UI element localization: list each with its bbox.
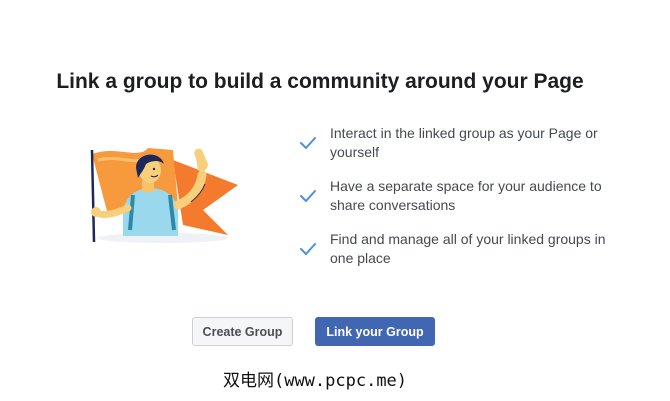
link-your-group-button[interactable]: Link your Group [315,317,435,346]
feature-text: Find and manage all of your linked group… [330,231,606,266]
feature-text: Interact in the linked group as your Pag… [330,125,598,160]
flag-back-shape [173,160,238,235]
checkmark-icon [300,137,316,149]
feature-item: Interact in the linked group as your Pag… [297,124,627,177]
feature-text: Have a separate space for your audience … [330,178,602,213]
feature-item: Find and manage all of your linked group… [297,230,627,283]
create-group-button[interactable]: Create Group [192,317,293,346]
checkmark-icon [300,190,316,202]
checkmark-icon [300,243,316,255]
dialog-title: Link a group to build a community around… [56,70,584,93]
community-flag-illustration [78,140,248,250]
watermark-text: 双电网(www.pcpc.me) [222,371,408,391]
feature-list: Interact in the linked group as your Pag… [297,124,627,283]
feature-item: Have a separate space for your audience … [297,177,627,230]
flag-pole [90,149,96,243]
